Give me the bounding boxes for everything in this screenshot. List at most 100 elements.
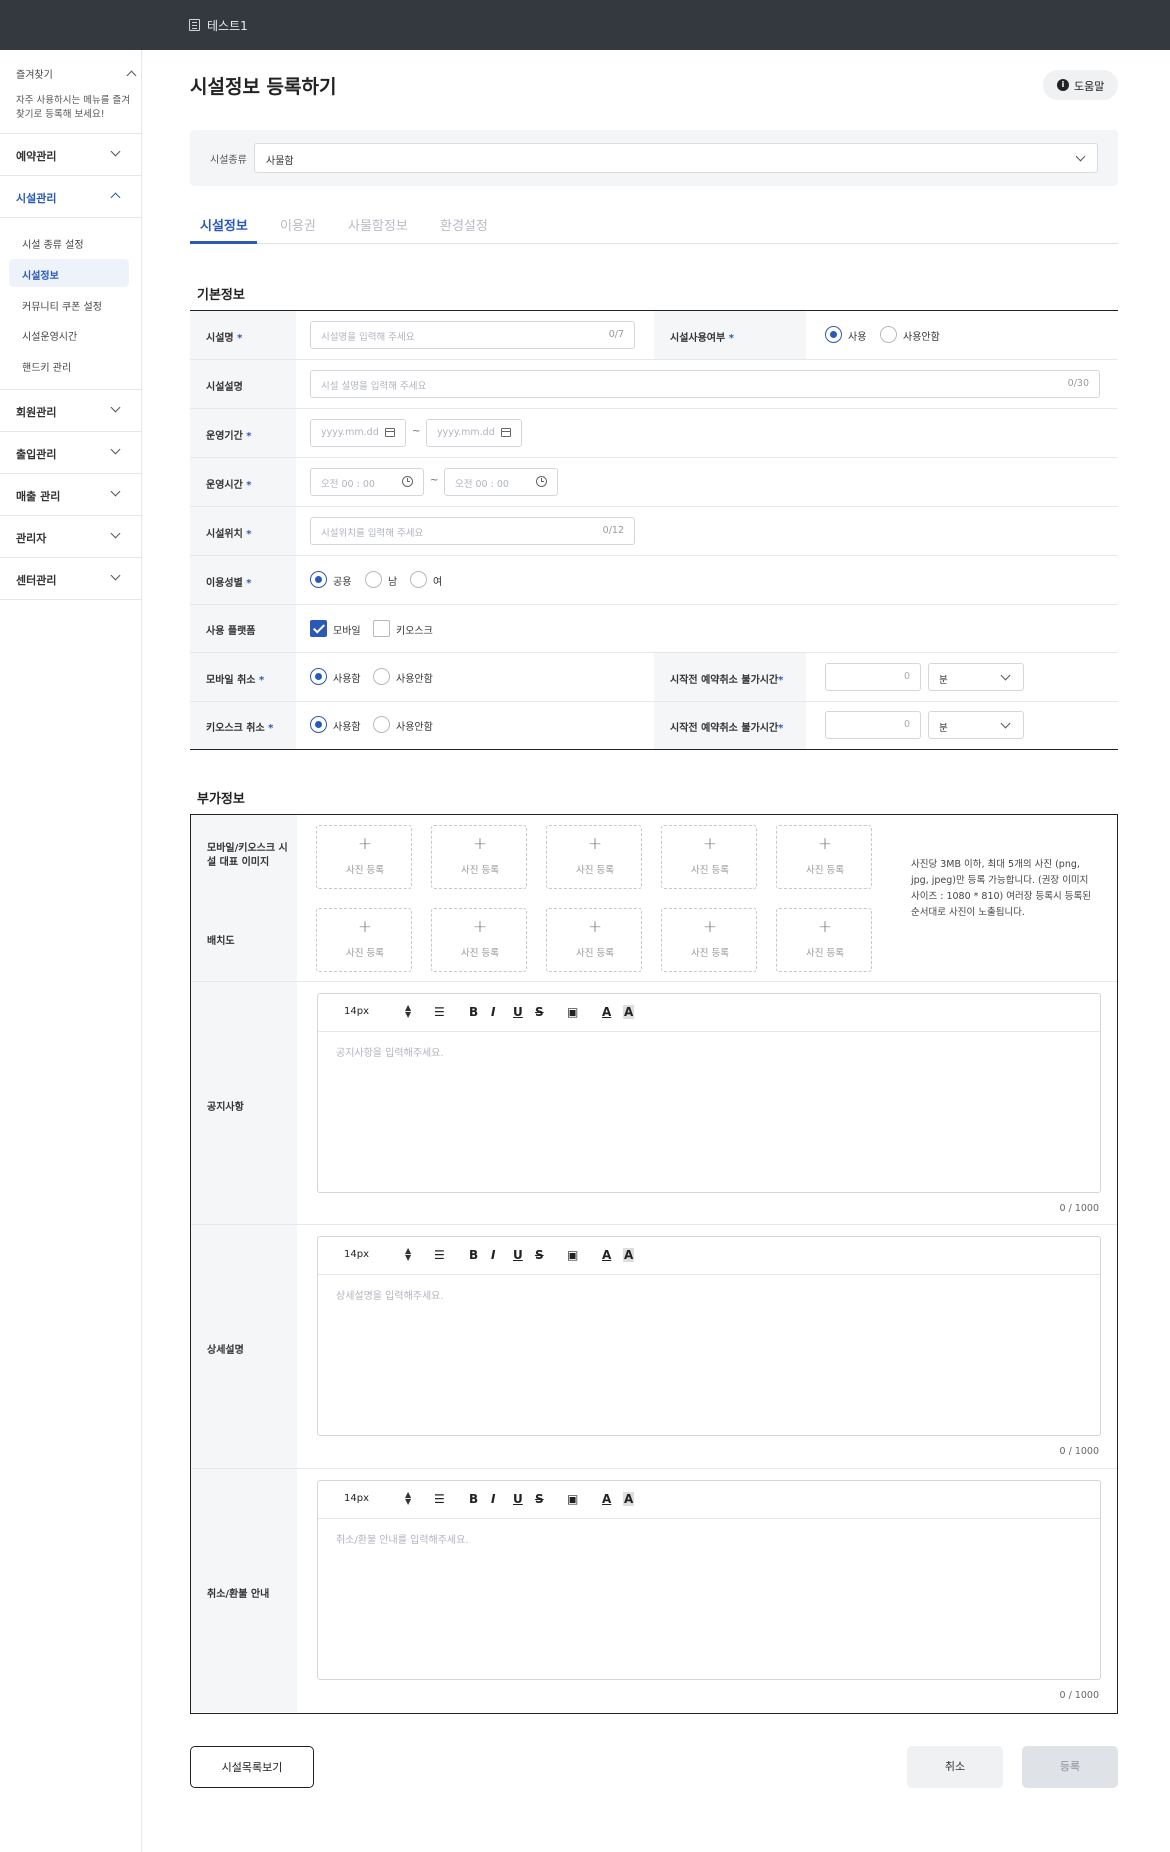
align-icon[interactable]: ☰: [434, 1005, 445, 1019]
sidebar-item-facility[interactable]: 시설관리: [0, 176, 141, 218]
layout-label: 배치도: [207, 936, 235, 947]
kiosk-cancel-use-radio[interactable]: [310, 716, 327, 733]
time-start-input[interactable]: 오전 00 : 00: [310, 468, 424, 496]
align-icon[interactable]: ☰: [434, 1248, 445, 1262]
image-icon[interactable]: ▣: [567, 1248, 578, 1262]
underline-icon[interactable]: U: [513, 1248, 523, 1262]
usage-use-radio[interactable]: [825, 326, 842, 343]
strikethrough-icon[interactable]: S: [535, 1492, 544, 1506]
platform-kiosk-checkbox[interactable]: [373, 620, 390, 637]
submenu-community-coupon[interactable]: 커뮤니티 쿠폰 설정: [9, 290, 129, 318]
submenu-operating-hours[interactable]: 시설운영시간: [9, 320, 129, 348]
facility-location-input[interactable]: 시설위치를 입력해 주세요 0/12: [310, 517, 635, 545]
facility-desc-input[interactable]: 시설 설명을 입력해 주세요 0/30: [310, 370, 1100, 398]
submit-button[interactable]: 등록: [1022, 1746, 1118, 1788]
sidebar-item-reservation[interactable]: 예약관리: [0, 134, 141, 176]
radio-label: 공용: [333, 577, 352, 588]
char-count: 0/30: [1067, 378, 1089, 389]
kiosk-cancel-time-input[interactable]: 0: [825, 711, 921, 739]
mobile-cancel-unit-select[interactable]: 분: [928, 663, 1024, 691]
layout-photo-upload-5[interactable]: + 사진 등록: [776, 908, 872, 972]
submenu-label: 시설정보: [22, 271, 59, 282]
italic-icon[interactable]: I: [491, 1492, 495, 1506]
layout-photo-upload-1[interactable]: + 사진 등록: [316, 908, 412, 972]
rep-photo-upload-1[interactable]: + 사진 등록: [316, 825, 412, 889]
underline-icon[interactable]: U: [513, 1005, 523, 1019]
italic-icon[interactable]: I: [491, 1248, 495, 1262]
field-label: 키오스크 취소 *: [206, 719, 273, 734]
highlight-icon[interactable]: A: [623, 1492, 635, 1506]
text-color-icon[interactable]: A: [602, 1005, 611, 1019]
sidebar-item-sales[interactable]: 매출 관리: [0, 474, 141, 516]
rep-photo-upload-2[interactable]: + 사진 등록: [431, 825, 527, 889]
placeholder: 시설 설명을 입력해 주세요: [321, 381, 427, 392]
submenu-facility-info[interactable]: 시설정보: [9, 259, 129, 287]
rep-photo-upload-3[interactable]: + 사진 등록: [546, 825, 642, 889]
align-icon[interactable]: ☰: [434, 1492, 445, 1506]
field-label: 운영시간 *: [206, 476, 252, 491]
photo-upload-label: 사진 등록: [576, 865, 614, 876]
row-kiosk-cancel: 키오스크 취소 * 사용함 사용안함 시작전 예약취소 불가시간* 0 분: [190, 702, 1118, 749]
font-size-select[interactable]: 14px: [344, 1006, 369, 1017]
tab-settings[interactable]: 환경설정: [440, 215, 488, 234]
kiosk-cancel-nouse-radio[interactable]: [373, 716, 390, 733]
help-button[interactable]: i 도움말: [1043, 70, 1118, 100]
label-text: 시작전 예약취소 불가시간: [670, 723, 779, 734]
usage-nouse-radio[interactable]: [880, 326, 897, 343]
chevron-down-icon: [110, 444, 121, 455]
sidebar-item-admin[interactable]: 관리자: [0, 516, 141, 558]
sidebar-item-access[interactable]: 출입관리: [0, 432, 141, 474]
underline-icon[interactable]: U: [513, 1492, 523, 1506]
rep-photo-upload-5[interactable]: + 사진 등록: [776, 825, 872, 889]
chevron-up-icon[interactable]: [126, 70, 137, 81]
mobile-cancel-nouse-radio[interactable]: [373, 668, 390, 685]
sidebar-item-center[interactable]: 센터관리: [0, 558, 141, 600]
tab-facility-info[interactable]: 시설정보: [200, 215, 248, 234]
gender-male-radio[interactable]: [365, 571, 382, 588]
tab-pass[interactable]: 이용권: [280, 215, 316, 234]
mobile-cancel-use-radio[interactable]: [310, 668, 327, 685]
mobile-cancel-time-input[interactable]: 0: [825, 663, 921, 691]
facility-type-select[interactable]: 사물함: [254, 143, 1098, 173]
tab-locker-info[interactable]: 사물함정보: [348, 215, 408, 234]
strikethrough-icon[interactable]: S: [535, 1248, 544, 1262]
strikethrough-icon[interactable]: S: [535, 1005, 544, 1019]
layout-photo-upload-3[interactable]: + 사진 등록: [546, 908, 642, 972]
bold-icon[interactable]: B: [469, 1492, 478, 1506]
period-start-input[interactable]: yyyy.mm.dd: [310, 419, 406, 447]
font-size-select[interactable]: 14px: [344, 1249, 369, 1260]
submenu-handkey[interactable]: 핸드키 관리: [9, 351, 129, 379]
extra-info-table: 모바일/키오스크 시설 대표 이미지 배치도 + 사진 등록 + 사진 등록 + 사진…: [190, 814, 1118, 1714]
highlight-icon[interactable]: A: [623, 1005, 635, 1019]
detail-editor[interactable]: 14px ▲ ▼ ☰ B I U S ▣ A A 상세설명을 입력해주세요.: [317, 1236, 1101, 1436]
layout-photo-upload-4[interactable]: + 사진 등록: [661, 908, 757, 972]
layout-photo-upload-2[interactable]: + 사진 등록: [431, 908, 527, 972]
font-size-select[interactable]: 14px: [344, 1493, 369, 1504]
required-mark: *: [246, 578, 252, 589]
italic-icon[interactable]: I: [491, 1005, 495, 1019]
required-mark: *: [246, 480, 252, 491]
time-end-input[interactable]: 오전 00 : 00: [444, 468, 558, 496]
image-icon[interactable]: ▣: [567, 1492, 578, 1506]
notice-editor[interactable]: 14px ▲ ▼ ☰ B I U S ▣ A A 공지사항을 입력해주세요.: [317, 993, 1101, 1193]
cancel-button[interactable]: 취소: [907, 1746, 1003, 1788]
rep-photo-upload-4[interactable]: + 사진 등록: [661, 825, 757, 889]
text-color-icon[interactable]: A: [602, 1248, 611, 1262]
tab-bar: 시설정보 이용권 사물함정보 환경설정: [190, 208, 1118, 244]
gender-common-radio[interactable]: [310, 571, 327, 588]
highlight-icon[interactable]: A: [623, 1248, 635, 1262]
bold-icon[interactable]: B: [469, 1005, 478, 1019]
sidebar-item-members[interactable]: 회원관리: [0, 390, 141, 432]
image-icon[interactable]: ▣: [567, 1005, 578, 1019]
platform-mobile-checkbox[interactable]: [310, 620, 327, 637]
submenu-label: 핸드키 관리: [22, 363, 72, 374]
kiosk-cancel-unit-select[interactable]: 분: [928, 711, 1024, 739]
refund-editor[interactable]: 14px ▲ ▼ ☰ B I U S ▣ A A 취소/환불 안내를 입력해주세요…: [317, 1480, 1101, 1680]
submenu-facility-type[interactable]: 시설 종류 설정: [9, 228, 129, 256]
gender-female-radio[interactable]: [410, 571, 427, 588]
facility-name-input[interactable]: 시설명을 입력해 주세요 0/7: [310, 321, 635, 349]
facility-list-button[interactable]: 시설목록보기: [190, 1746, 314, 1788]
bold-icon[interactable]: B: [469, 1248, 478, 1262]
period-end-input[interactable]: yyyy.mm.dd: [426, 419, 522, 447]
text-color-icon[interactable]: A: [602, 1492, 611, 1506]
